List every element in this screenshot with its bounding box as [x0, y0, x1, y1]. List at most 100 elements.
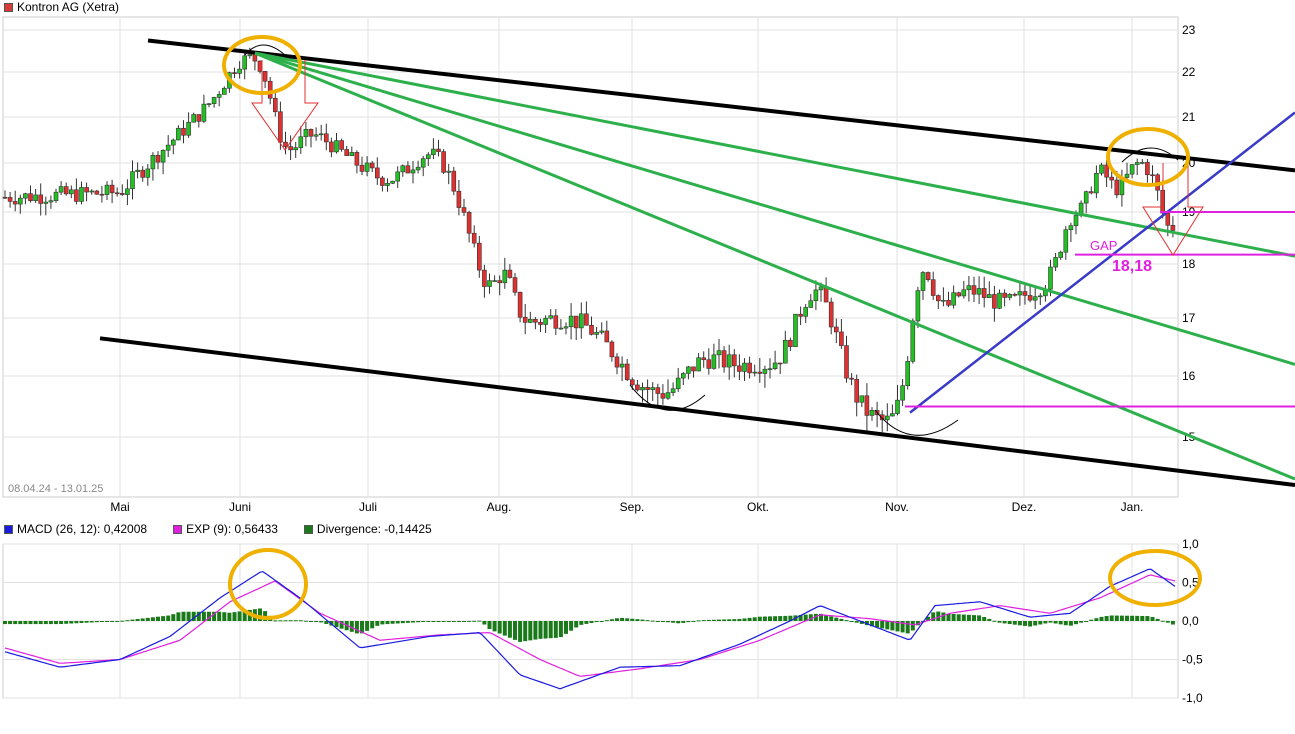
candle-down	[538, 321, 543, 325]
divergence-bar	[834, 617, 839, 621]
candle-up	[176, 127, 181, 141]
divergence-bar	[671, 621, 676, 623]
candle-up	[1094, 172, 1099, 194]
candle-down	[655, 387, 661, 394]
divergence-bar	[380, 621, 385, 625]
candle-up	[1134, 162, 1140, 165]
candle-up	[33, 194, 38, 202]
candle-down	[84, 187, 89, 193]
divergence-bar	[977, 615, 982, 621]
candle-up	[818, 286, 824, 291]
divergence-bar	[992, 620, 997, 622]
divergence-bar	[1068, 621, 1073, 626]
candle-up	[762, 368, 768, 374]
candle-up	[619, 363, 625, 368]
divergence-bar	[706, 619, 711, 621]
divergence-bar	[1079, 621, 1084, 623]
divergence-bar	[3, 621, 7, 625]
candle-up	[650, 387, 656, 390]
candle-down	[436, 148, 441, 152]
candle-down	[99, 193, 105, 196]
divergence-bar	[956, 614, 961, 621]
candle-down	[339, 140, 344, 150]
candle-down	[930, 279, 936, 296]
candle-up	[869, 410, 875, 416]
divergence-bar	[538, 621, 543, 639]
candle-up	[716, 350, 722, 356]
macd-y-tick-label: -1,0	[1182, 691, 1203, 705]
divergence-bar	[660, 621, 665, 622]
divergence-bar	[650, 620, 655, 622]
divergence-bar	[1130, 615, 1135, 621]
divergence-bar	[354, 621, 359, 634]
candle-down	[278, 111, 283, 143]
candle-down	[788, 339, 793, 347]
candle-down	[849, 377, 854, 380]
candle-up	[364, 162, 370, 172]
candle-up	[17, 197, 23, 205]
divergence-bar	[436, 621, 441, 622]
divergence-bar	[844, 620, 849, 622]
candle-up	[1073, 215, 1079, 226]
x-tick-label: Dez.	[1012, 500, 1037, 514]
divergence-bar	[441, 621, 446, 622]
divergence-bar	[839, 618, 844, 621]
candle-up	[594, 332, 599, 335]
macd-y-tick-label: -0,5	[1182, 653, 1203, 667]
candle-up	[1058, 251, 1063, 258]
divergence-bar	[630, 618, 635, 621]
divergence-bar	[681, 621, 686, 623]
divergence-bar	[941, 612, 946, 621]
candle-down	[512, 277, 518, 293]
candle-up	[1038, 295, 1043, 298]
macd-chart: 1,00,50,0-0,5-1,0	[2, 537, 1203, 705]
candle-down	[839, 331, 844, 346]
divergence-bar	[237, 611, 242, 621]
candle-up	[1053, 257, 1058, 268]
candle-up	[976, 288, 982, 295]
candle-up	[905, 361, 911, 387]
y-tick-label: 17	[1182, 311, 1196, 325]
divergence-bar	[783, 615, 788, 621]
candle-up	[242, 55, 247, 70]
divergence-bar	[79, 621, 84, 623]
divergence-bar	[1114, 615, 1119, 621]
divergence-bar	[446, 621, 451, 622]
candle-down	[2, 196, 8, 199]
y-tick-label: 16	[1182, 369, 1196, 383]
candle-up	[303, 129, 309, 138]
divergence-bar	[1074, 621, 1078, 625]
candle-up	[206, 103, 212, 105]
candle-up	[686, 366, 691, 374]
divergence-bar	[762, 616, 767, 621]
divergence-bar	[1048, 621, 1053, 623]
candle-up	[966, 285, 972, 291]
candle-up	[130, 171, 135, 190]
divergence-bar	[365, 621, 370, 631]
divergence-bar	[150, 617, 155, 621]
divergence-bar	[655, 621, 660, 622]
candle-down	[482, 269, 487, 287]
divergence-bar	[645, 620, 650, 622]
divergence-bar	[722, 619, 727, 621]
candle-up	[890, 413, 895, 417]
candle-down	[63, 186, 69, 195]
candle-up	[431, 148, 436, 156]
y-tick-label: 21	[1182, 110, 1196, 124]
divergence-bar	[303, 620, 308, 622]
candle-down	[196, 114, 202, 122]
x-tick-label: Juni	[229, 500, 251, 514]
candle-down	[517, 291, 523, 318]
candle-up	[578, 313, 584, 329]
candle-down	[624, 363, 630, 381]
divergence-bar	[89, 621, 94, 623]
candle-up	[415, 166, 421, 171]
divergence-bar	[23, 621, 28, 625]
candle-down	[777, 362, 783, 365]
divergence-bar	[8, 621, 13, 625]
candle-down	[747, 362, 752, 374]
candle-down	[380, 177, 385, 186]
candle-up	[568, 315, 574, 328]
divergence-bar	[1053, 621, 1058, 624]
divergence-bar	[625, 618, 630, 621]
